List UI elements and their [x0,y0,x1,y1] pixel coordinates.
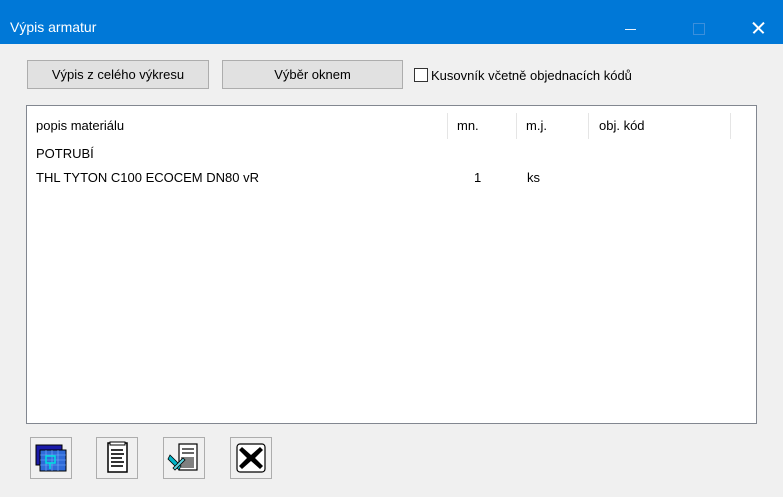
column-divider[interactable] [588,113,589,139]
cell-description: THL TYTON C100 ECOCEM DN80 vR [36,170,259,185]
order-codes-checkbox-row[interactable]: Kusovník včetně objednacích kódů [414,66,632,84]
column-header-description[interactable]: popis materiálu [36,113,124,137]
cell-unit: ks [527,170,540,185]
table-row[interactable]: POTRUBÍ [27,146,756,168]
export-button[interactable] [163,437,205,479]
export-tools-icon [167,443,198,471]
drawing-place-icon [35,444,67,472]
document-list-icon [107,441,128,473]
close-list-button[interactable] [230,437,272,479]
cell-quantity: 1 [474,170,482,185]
select-by-window-button[interactable]: Výběr oknem [222,60,403,89]
minimize-button[interactable] [596,10,642,44]
list-document-button[interactable] [96,437,138,479]
place-in-drawing-button[interactable] [30,437,72,479]
cell-description: POTRUBÍ [36,146,94,161]
order-codes-checkbox-label[interactable]: Kusovník včetně objednacích kódů [431,68,632,83]
column-divider[interactable] [516,113,517,139]
table-row[interactable]: THL TYTON C100 ECOCEM DN80 vR 1 ks [27,170,756,192]
column-header-quantity[interactable]: mn. [457,113,479,137]
close-x-icon [236,443,266,473]
column-divider[interactable] [730,113,731,139]
material-list[interactable]: popis materiálu mn. m.j. obj. kód POTRUB… [26,105,757,424]
column-divider[interactable] [447,113,448,139]
title-bar: Výpis armatur [0,0,783,44]
list-full-drawing-button[interactable]: Výpis z celého výkresu [27,60,209,89]
column-header-order-code[interactable]: obj. kód [599,113,645,137]
maximize-button [676,10,722,44]
close-button[interactable] [737,10,783,44]
window-title: Výpis armatur [10,19,97,35]
order-codes-checkbox[interactable] [414,68,428,82]
column-header-unit[interactable]: m.j. [526,113,547,137]
list-header: popis materiálu mn. m.j. obj. kód [27,113,756,139]
